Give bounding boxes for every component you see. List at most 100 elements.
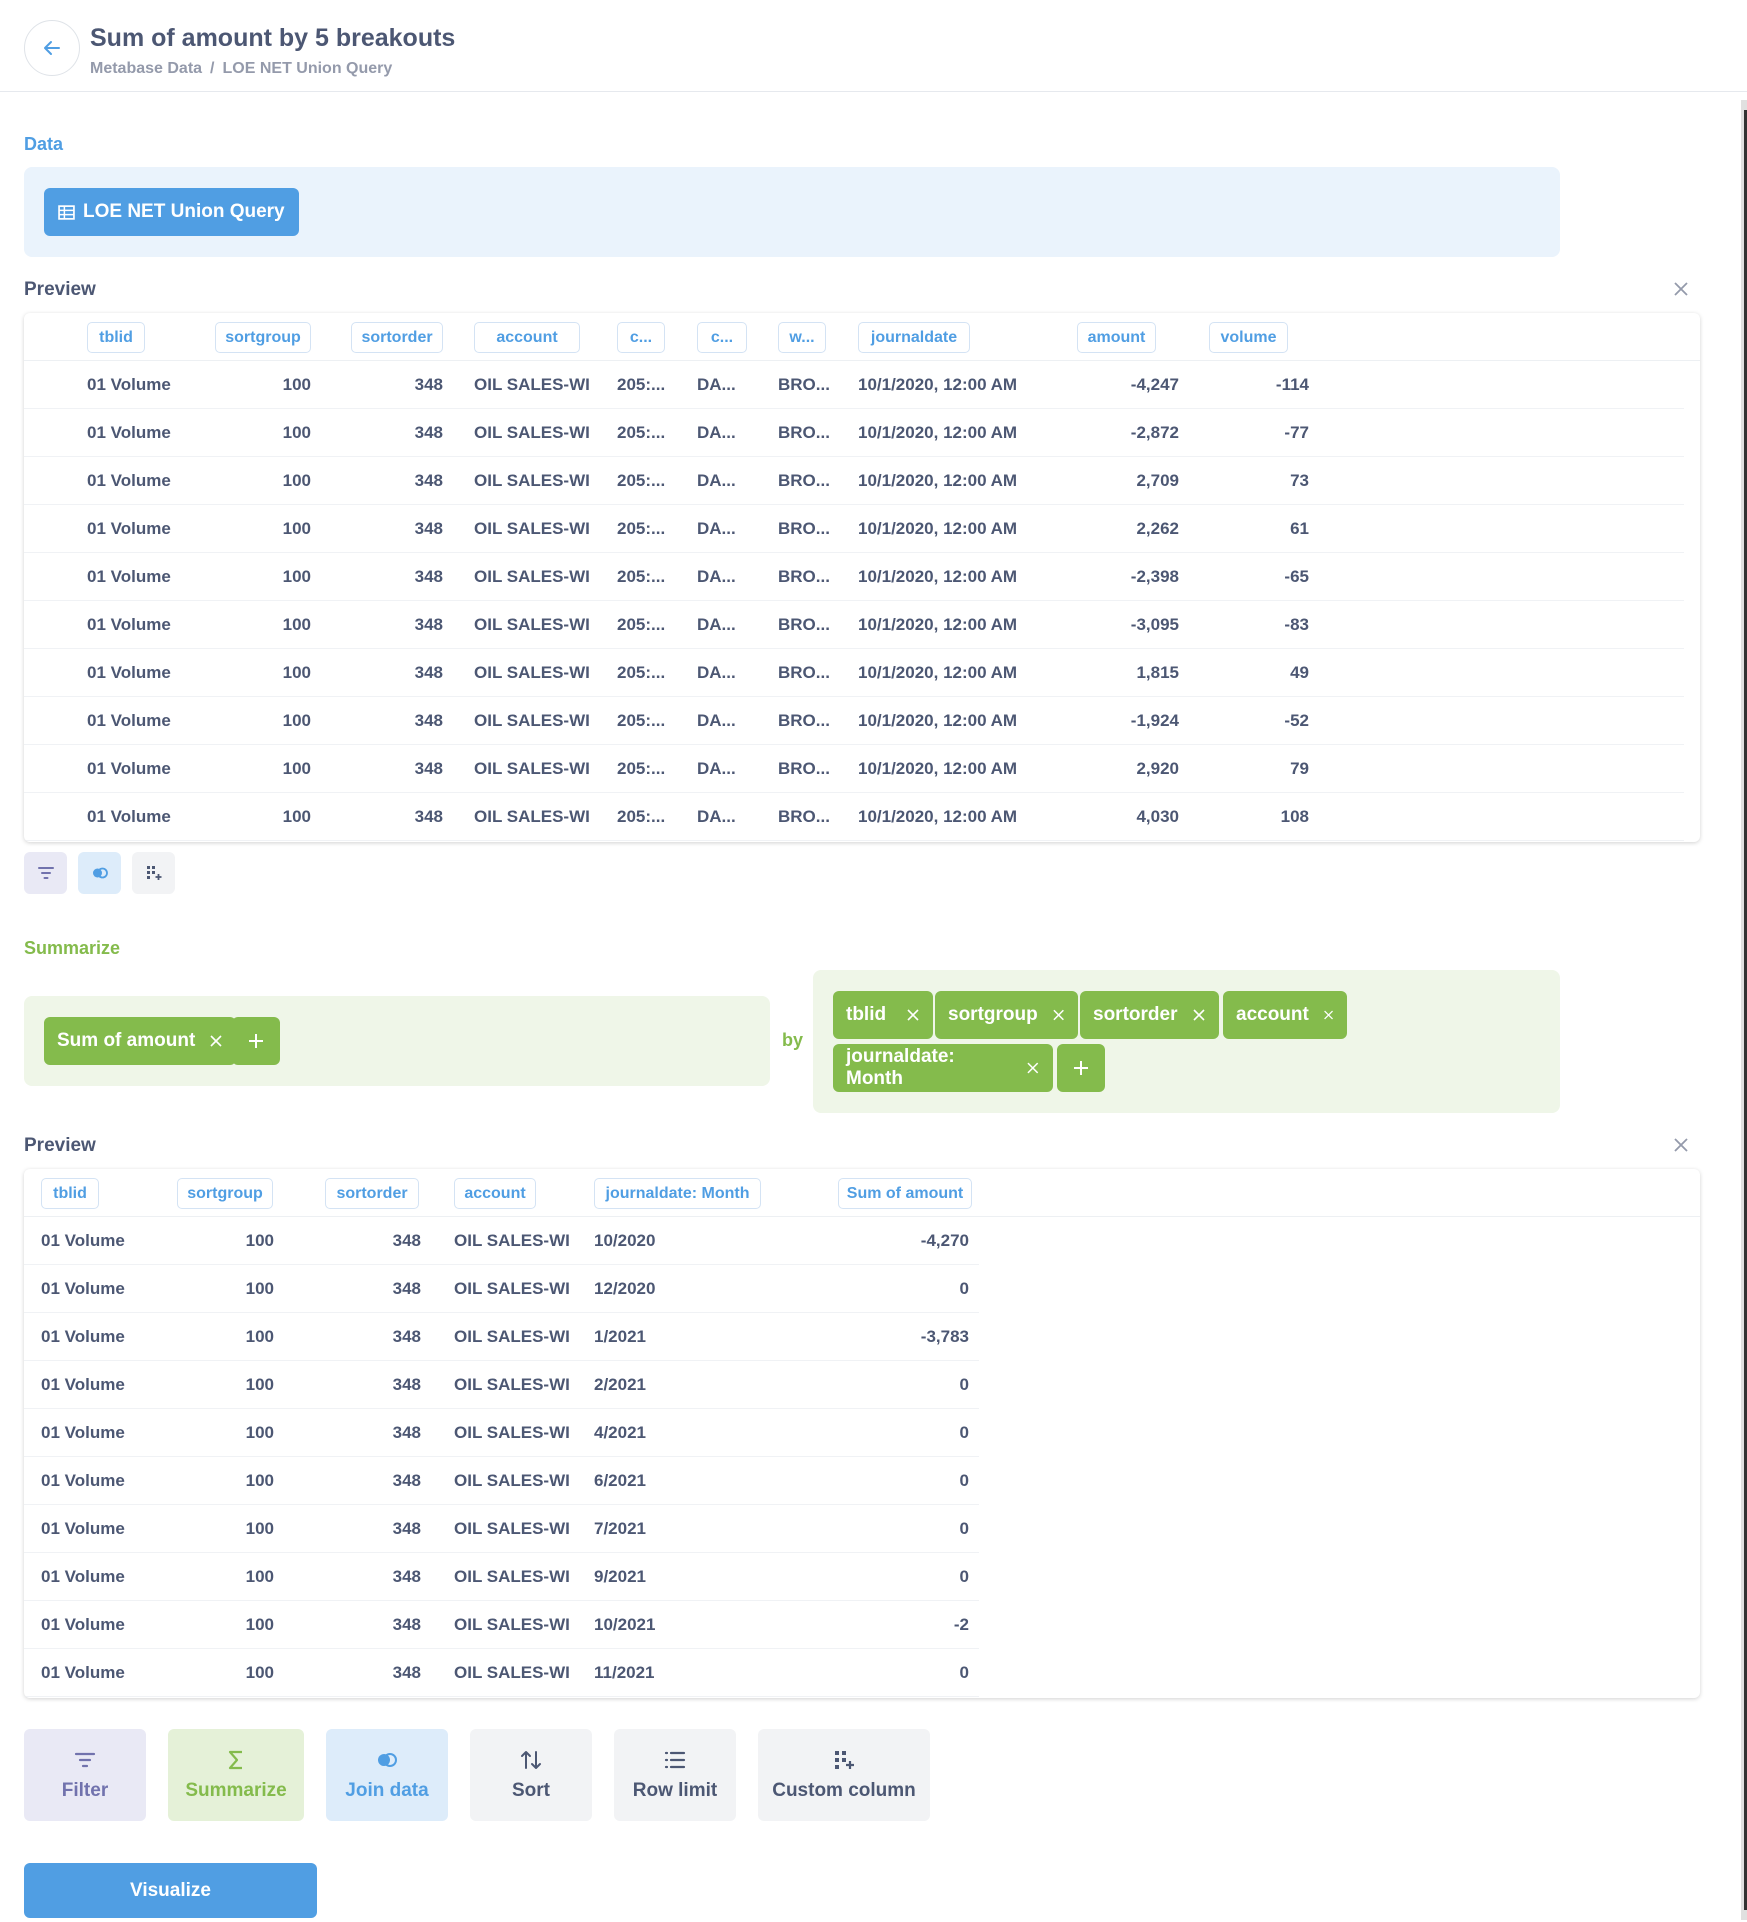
table-cell[interactable]: 01 Volume [41, 1361, 151, 1409]
table-cell[interactable]: OIL SALES-WI [474, 505, 609, 553]
column-header[interactable]: sortgroup [177, 1178, 273, 1209]
table-cell[interactable]: 4,030 [1064, 793, 1179, 841]
table-cell[interactable]: DA... [697, 601, 757, 649]
table-cell[interactable]: -114 [1184, 361, 1309, 409]
table-cell[interactable]: 100 [204, 457, 311, 505]
table-cell[interactable]: 61 [1184, 505, 1309, 553]
column-header[interactable]: w... [778, 322, 826, 353]
remove-icon[interactable] [1026, 1061, 1040, 1075]
remove-icon[interactable] [1052, 1008, 1065, 1022]
breadcrumb-database[interactable]: Metabase Data [90, 60, 202, 78]
table-cell[interactable]: 348 [324, 457, 443, 505]
table-cell[interactable]: 12/2020 [594, 1265, 754, 1313]
table-cell[interactable]: 2,920 [1064, 745, 1179, 793]
table-cell[interactable]: 01 Volume [41, 1553, 151, 1601]
table-cell[interactable]: 10/1/2020, 12:00 AM [858, 745, 1068, 793]
table-cell[interactable]: 100 [164, 1649, 274, 1697]
breakout-pill[interactable]: journaldate: Month [833, 1044, 1053, 1092]
table-cell[interactable]: 01 Volume [41, 1217, 151, 1265]
table-cell[interactable]: -4,270 [794, 1217, 969, 1265]
table-cell[interactable]: BRO... [778, 601, 848, 649]
table-cell[interactable]: DA... [697, 553, 757, 601]
table-cell[interactable]: DA... [697, 409, 757, 457]
table-cell[interactable]: 01 Volume [41, 1649, 151, 1697]
table-cell[interactable]: 348 [294, 1649, 421, 1697]
table-cell[interactable]: 100 [204, 409, 311, 457]
table-cell[interactable]: OIL SALES-WI [474, 697, 609, 745]
table-cell[interactable]: OIL SALES-WI [474, 793, 609, 841]
table-cell[interactable]: 01 Volume [87, 601, 197, 649]
table-cell[interactable]: 2,262 [1064, 505, 1179, 553]
table-cell[interactable]: 01 Volume [87, 793, 197, 841]
table-cell[interactable]: 100 [204, 793, 311, 841]
breadcrumb-table[interactable]: LOE NET Union Query [223, 60, 393, 78]
table-cell[interactable]: 0 [794, 1457, 969, 1505]
filter-step-button[interactable] [24, 852, 67, 894]
table-cell[interactable]: BRO... [778, 649, 848, 697]
table-cell[interactable]: 11/2021 [594, 1649, 754, 1697]
table-cell[interactable]: OIL SALES-WI [454, 1409, 579, 1457]
table-cell[interactable]: 100 [204, 601, 311, 649]
table-cell[interactable]: 348 [294, 1409, 421, 1457]
table-cell[interactable]: 01 Volume [87, 361, 197, 409]
table-cell[interactable]: 1/2021 [594, 1313, 754, 1361]
table-cell[interactable]: 100 [204, 361, 311, 409]
table-cell[interactable]: OIL SALES-WI [454, 1553, 579, 1601]
table-cell[interactable]: 01 Volume [41, 1409, 151, 1457]
table-cell[interactable]: 01 Volume [87, 745, 197, 793]
table-cell[interactable]: 348 [324, 649, 443, 697]
filter-action-button[interactable]: Filter [24, 1729, 146, 1821]
column-header[interactable]: c... [617, 322, 665, 353]
table-cell[interactable]: -65 [1184, 553, 1309, 601]
table-cell[interactable]: 10/1/2020, 12:00 AM [858, 505, 1068, 553]
table-cell[interactable]: BRO... [778, 457, 848, 505]
table-cell[interactable]: 10/1/2020, 12:00 AM [858, 697, 1068, 745]
table-cell[interactable]: OIL SALES-WI [474, 649, 609, 697]
table-cell[interactable]: 10/1/2020, 12:00 AM [858, 601, 1068, 649]
remove-icon[interactable] [906, 1008, 920, 1022]
table-cell[interactable]: -83 [1184, 601, 1309, 649]
table-cell[interactable]: 0 [794, 1505, 969, 1553]
table-cell[interactable]: 4/2021 [594, 1409, 754, 1457]
table-cell[interactable]: 01 Volume [87, 697, 197, 745]
table-cell[interactable]: 01 Volume [87, 505, 197, 553]
table-cell[interactable]: BRO... [778, 361, 848, 409]
table-cell[interactable]: 100 [204, 649, 311, 697]
table-cell[interactable]: 0 [794, 1649, 969, 1697]
table-cell[interactable]: BRO... [778, 745, 848, 793]
remove-icon[interactable] [209, 1034, 223, 1048]
table-cell[interactable]: 9/2021 [594, 1553, 754, 1601]
table-cell[interactable]: 01 Volume [41, 1265, 151, 1313]
page-scrollbar[interactable] [1741, 100, 1747, 1920]
table-cell[interactable]: 348 [324, 601, 443, 649]
table-cell[interactable]: -3,095 [1064, 601, 1179, 649]
table-cell[interactable]: OIL SALES-WI [454, 1601, 579, 1649]
sort-action-button[interactable]: Sort [470, 1729, 592, 1821]
table-cell[interactable]: 79 [1184, 745, 1309, 793]
table-cell[interactable]: 01 Volume [87, 649, 197, 697]
table-cell[interactable]: -2,398 [1064, 553, 1179, 601]
table-cell[interactable]: 100 [204, 745, 311, 793]
table-cell[interactable]: 01 Volume [41, 1313, 151, 1361]
table-cell[interactable]: 01 Volume [41, 1505, 151, 1553]
breakout-pill[interactable]: account [1223, 991, 1347, 1039]
table-cell[interactable]: DA... [697, 361, 757, 409]
close-preview-button[interactable] [1671, 279, 1691, 299]
table-cell[interactable]: 100 [164, 1553, 274, 1601]
table-cell[interactable]: 1,815 [1064, 649, 1179, 697]
table-cell[interactable]: 100 [164, 1361, 274, 1409]
table-cell[interactable]: 10/1/2020, 12:00 AM [858, 793, 1068, 841]
table-cell[interactable]: 348 [324, 505, 443, 553]
table-cell[interactable]: -77 [1184, 409, 1309, 457]
table-cell[interactable]: DA... [697, 697, 757, 745]
table-cell[interactable]: -1,924 [1064, 697, 1179, 745]
table-cell[interactable]: 205:... [617, 649, 677, 697]
table-cell[interactable]: 10/1/2020, 12:00 AM [858, 553, 1068, 601]
table-cell[interactable]: 348 [294, 1457, 421, 1505]
data-source-button[interactable]: LOE NET Union Query [44, 188, 299, 236]
breakout-pill[interactable]: tblid [833, 991, 933, 1039]
table-cell[interactable]: 100 [164, 1601, 274, 1649]
row-limit-action-button[interactable]: Row limit [614, 1729, 736, 1821]
table-cell[interactable]: 348 [294, 1505, 421, 1553]
table-cell[interactable]: 01 Volume [87, 457, 197, 505]
